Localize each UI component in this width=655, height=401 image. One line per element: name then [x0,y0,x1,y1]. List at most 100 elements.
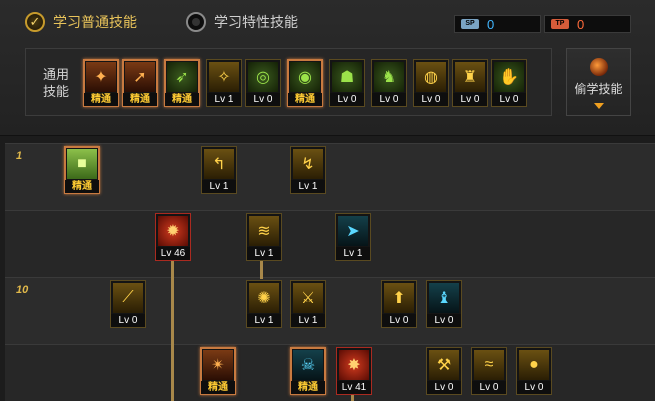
wings-icon: ✧ [209,62,239,92]
skill-tree: 1 10 ■ 精通 ↰ Lv 1 ↯ Lv 1 ✹ Lv 46 ≋ Lv 1 ➤ Lv 1 ⟋ Lv 0 ✺… [5,143,655,401]
check-icon: ✓ [25,12,45,32]
box-icon: ⬆ [384,283,414,313]
block-icon: ■ [67,149,97,179]
sp-icon: SP [461,19,479,29]
radio-icon [186,12,206,32]
skill-level: 精通 [291,381,325,394]
skill-slot[interactable]: ■ 精通 [64,146,100,194]
skill-slot[interactable]: ✹ Lv 46 [155,213,191,261]
skill-slot[interactable]: ➤ Lv 1 [335,213,371,261]
skill-connector [351,395,354,401]
skill-level: Lv 1 [291,180,325,193]
leap-icon: ➚ [125,62,155,92]
skill-slot[interactable]: ⚒ Lv 0 [426,347,462,395]
hammer-icon: ⚒ [429,350,459,380]
beast-face-icon: ☠ [293,350,323,380]
skill-level: 精通 [123,93,157,106]
mushroom-icon: ☗ [332,62,362,92]
skill-level: Lv 0 [246,93,280,106]
skill-slot[interactable]: ◎ Lv 0 [245,59,281,107]
skill-level: Lv 1 [336,247,370,260]
skill-slot[interactable]: ⬆ Lv 0 [381,280,417,328]
skill-level: Lv 0 [517,381,551,394]
skill-level: Lv 1 [207,93,241,106]
rush-icon: ≋ [249,216,279,246]
tree-row: 10 [5,277,655,344]
skill-slot[interactable]: ⟋ Lv 0 [110,280,146,328]
skill-level: Lv 1 [247,314,281,327]
tp-icon: TP [551,19,569,29]
skill-level: Lv 46 [156,247,190,260]
skill-slot[interactable]: ⚔ Lv 1 [290,280,326,328]
tree-row [5,344,655,401]
skill-window-header: ✓ 学习普通技能 学习特性技能 SP 0 TP 0 通用 技能 ✦ 精通 ➚ 精通 ➶ 精… [0,0,655,136]
skill-connector [171,261,174,401]
skill-slot[interactable]: ☗ Lv 0 [329,59,365,107]
skill-slot[interactable]: ♜ Lv 0 [452,59,488,107]
skill-level: 精通 [165,93,199,106]
skill-level: Lv 0 [414,93,448,106]
slash-icon: ⟋ [113,283,143,313]
steal-skills-button[interactable]: 偷学技能 [566,48,631,116]
skill-slot[interactable]: ☠ 精通 [290,347,326,395]
skill-slot[interactable]: ♝ Lv 0 [426,280,462,328]
uppercut-icon: ↰ [204,149,234,179]
skill-slot[interactable]: ✋ Lv 0 [491,59,527,107]
skill-level: Lv 41 [337,381,371,394]
skill-slot[interactable]: ◍ Lv 0 [413,59,449,107]
skill-slot[interactable]: ↰ Lv 1 [201,146,237,194]
common-label-line2: 技能 [42,84,69,99]
skill-level: Lv 1 [291,314,325,327]
skill-slot[interactable]: ≋ Lv 1 [246,213,282,261]
ground-slam-icon: ✦ [86,62,116,92]
row-level-label: 1 [16,150,23,162]
sp-counter: SP 0 [454,15,541,33]
hand-icon: ✋ [494,62,524,92]
blade-icon: ⚔ [293,283,323,313]
tree-row [5,210,655,277]
skill-level: Lv 0 [382,314,416,327]
skill-level: Lv 1 [247,247,281,260]
skill-slot[interactable]: ◉ 精通 [287,59,323,107]
skill-slot[interactable]: ✧ Lv 1 [206,59,242,107]
skill-slot[interactable]: ● Lv 0 [516,347,552,395]
common-label-line1: 通用 [42,67,69,82]
skill-level: Lv 1 [202,180,236,193]
learn-normal-skills-option[interactable]: ✓ 学习普通技能 [25,12,137,32]
steal-skills-label: 偷学技能 [574,82,623,96]
burst-icon: ✹ [158,216,188,246]
skill-level: Lv 0 [492,93,526,106]
learn-special-skills-option[interactable]: 学习特性技能 [186,12,298,32]
grenade-icon: ● [519,350,549,380]
skill-slot[interactable]: ↯ Lv 1 [290,146,326,194]
impact-icon: ✺ [249,283,279,313]
skill-slot[interactable]: ≈ Lv 0 [471,347,507,395]
skill-slot[interactable]: ✸ Lv 41 [336,347,372,395]
skill-level: Lv 0 [472,381,506,394]
dash-icon: ➶ [167,62,197,92]
skill-slot[interactable]: ♞ Lv 0 [371,59,407,107]
dropdown-arrow-icon [593,103,604,109]
skill-level: 精通 [201,381,235,394]
gun-icon: ➤ [338,216,368,246]
tp-counter: TP 0 [544,15,631,33]
skill-slot[interactable]: ➚ 精通 [122,59,158,107]
skill-level: Lv 0 [427,314,461,327]
skill-slot[interactable]: ✺ Lv 1 [246,280,282,328]
beast-icon: ♝ [429,283,459,313]
explosion-icon: ✸ [339,350,369,380]
orb-icon [589,58,608,76]
learn-special-skills-label: 学习特性技能 [214,14,298,30]
sp-value: 0 [487,16,495,32]
skill-slot[interactable]: ✦ 精通 [83,59,119,107]
skill-level: 精通 [84,93,118,106]
tp-value: 0 [577,16,585,32]
whirl-icon: ✴ [203,350,233,380]
figure-icon: ♜ [455,62,485,92]
common-skills-label: 通用 技能 [40,66,72,100]
target-icon: ◎ [248,62,278,92]
eye-ring-icon: ◍ [416,62,446,92]
kick-icon: ↯ [293,149,323,179]
skill-slot[interactable]: ✴ 精通 [200,347,236,395]
skill-slot[interactable]: ➶ 精通 [164,59,200,107]
